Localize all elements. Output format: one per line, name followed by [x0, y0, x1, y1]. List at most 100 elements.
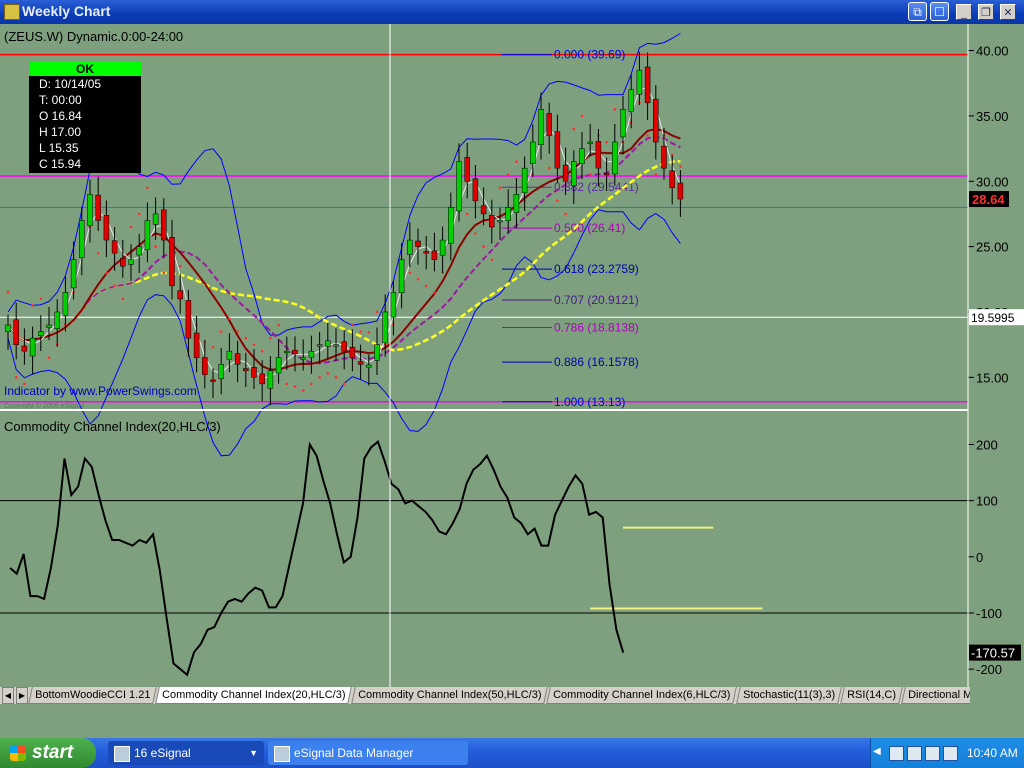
tray-shield-icon[interactable] [925, 746, 940, 761]
psar-dot [605, 140, 608, 144]
cci-panel: 200 100 0 -100 -200-170.57 [0, 437, 1021, 677]
candle-body [218, 364, 224, 380]
psar-dot [14, 376, 18, 379]
system-tray: ◀ 10:40 AM [870, 738, 1024, 768]
tab-directional-movement[interactable]: Directional Moveme [901, 687, 970, 704]
close-chart-button[interactable]: ✕ [1000, 4, 1016, 20]
restore-chart-button[interactable]: ❐ [978, 4, 994, 20]
price-tick-label: 35.00 [976, 109, 1009, 124]
candle-body [243, 368, 249, 372]
psar-dot [154, 245, 157, 248]
candle-body [111, 240, 118, 254]
psar-dot [515, 160, 518, 163]
psar-dot [219, 330, 223, 333]
price-tick-label: 40.00 [976, 44, 1009, 59]
psar-dot [572, 127, 576, 131]
tray-network-icon[interactable] [889, 746, 904, 761]
app-icon [4, 4, 20, 20]
psar-dot [679, 165, 682, 168]
tab-scroll-left-icon[interactable]: ◀ [2, 687, 14, 704]
candle-body [587, 141, 593, 144]
tray-volume-icon[interactable] [943, 746, 958, 761]
window-title: Weekly Chart [22, 3, 111, 19]
restore-window-icon[interactable]: ⧉ [908, 2, 927, 21]
candle-body [382, 311, 388, 344]
candle-body [136, 246, 142, 256]
candle-body [439, 239, 446, 256]
psar-dot [424, 284, 428, 288]
tab-cci-50[interactable]: Commodity Channel Index(50,HLC/3) [351, 687, 549, 704]
psar-dot [506, 173, 510, 177]
psar-dot [465, 212, 469, 216]
candle-body [226, 350, 233, 360]
minimize-chart-button[interactable]: _ [956, 4, 972, 20]
psar-dot [318, 376, 321, 379]
candle-body [497, 220, 503, 223]
candle-body [79, 220, 85, 258]
psar-dot [334, 376, 338, 379]
candle-body [456, 161, 462, 212]
candle-body [538, 109, 544, 145]
chart-area[interactable]: 40.0035.0030.0025.0020.0015.000.000 (39.… [0, 24, 1024, 687]
psar-dot [252, 343, 256, 346]
psar-dot [547, 166, 551, 170]
psar-dot [564, 212, 567, 216]
psar-dot [301, 389, 305, 392]
psar-dot [129, 225, 133, 229]
fib-label: 0.000 (39.69) [554, 48, 625, 62]
fib-label: 0.500 (26.41) [554, 221, 625, 235]
candle-body [87, 194, 93, 226]
fib-label: 0.707 (20.9121) [554, 293, 639, 307]
taskbar-group-esignal[interactable]: 16 eSignal ▼ [108, 741, 264, 765]
psar-dot [359, 330, 362, 333]
maximize-button[interactable]: ☐ [930, 2, 949, 21]
title-bar: Weekly Chart ⧉ ☐ _ ❐ ✕ [0, 0, 1024, 24]
psar-dot [580, 114, 584, 118]
psar-dot [211, 345, 215, 349]
chevron-down-icon: ▼ [249, 748, 258, 758]
psar-dot [310, 382, 313, 386]
psar-dot [6, 291, 10, 294]
candle-body [505, 207, 511, 221]
current-price-label: 28.64 [972, 192, 1005, 207]
fib-label: 1.000 (13.13) [554, 395, 625, 409]
psar-dot [408, 271, 412, 275]
tab-rsi[interactable]: RSI(14,C) [840, 687, 903, 704]
start-button[interactable]: start [0, 738, 96, 768]
candle-body [333, 344, 339, 347]
candle-body [210, 379, 216, 382]
fib-label: 0.886 (16.1578) [554, 355, 639, 369]
candle-body [644, 66, 651, 104]
psar-dot [498, 186, 502, 190]
tab-cci-20[interactable]: Commodity Channel Index(20,HLC/3) [155, 687, 353, 704]
candle-body [653, 98, 659, 143]
psar-dot [96, 251, 100, 255]
ohlc-date: D: 10/14/05 [39, 77, 102, 91]
tab-bottomwoodiecci[interactable]: BottomWoodieCCI 1.21 [28, 687, 158, 704]
tab-scroll-right-icon[interactable]: ▶ [16, 687, 28, 704]
tab-stochastic[interactable]: Stochastic(11(3),3) [736, 687, 842, 704]
candle-body [407, 239, 413, 255]
ohlc-high: H 17.00 [39, 125, 82, 139]
tab-cci-6[interactable]: Commodity Channel Index(6,HLC/3) [546, 687, 738, 704]
copyright-text: Copyright © 2005 eSignal [4, 402, 84, 410]
candle-body [636, 69, 643, 95]
candle-body [38, 331, 44, 336]
tray-printer-icon[interactable] [907, 746, 922, 761]
candle-body [448, 207, 454, 244]
candle-body [431, 250, 438, 260]
psar-dot [244, 336, 248, 340]
taskbar-esignal-data-manager[interactable]: eSignal Data Manager [268, 741, 468, 765]
tray-expand-icon[interactable]: ◀ [873, 746, 881, 757]
psar-dot [146, 186, 149, 190]
crosshair-price-label: 19.5995 [971, 311, 1015, 325]
psar-dot [326, 372, 330, 375]
cci-tick-label: 200 [976, 437, 998, 452]
candle-body [415, 240, 421, 247]
candle-body [513, 194, 520, 213]
candle-body [472, 178, 479, 202]
ohlc-open: O 16.84 [39, 109, 82, 123]
psar-dot [375, 310, 379, 314]
candle-body [161, 209, 167, 241]
psar-dot [47, 356, 51, 360]
